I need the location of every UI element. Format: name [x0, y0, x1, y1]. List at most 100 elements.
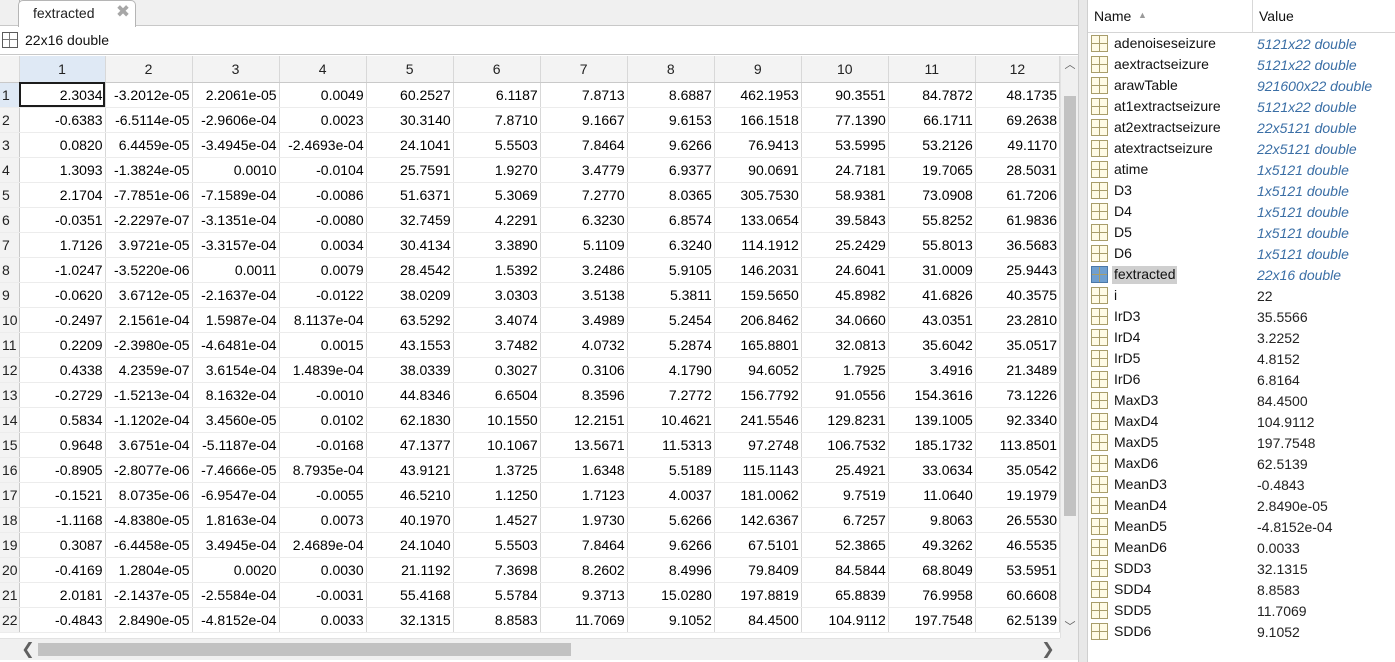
table-cell[interactable]: 8.8583: [453, 607, 541, 633]
table-cell[interactable]: 8.2602: [540, 557, 628, 583]
table-cell[interactable]: 31.0009: [888, 257, 976, 283]
table-cell[interactable]: 60.6608: [975, 582, 1060, 608]
table-cell[interactable]: -0.2497: [19, 307, 106, 333]
table-cell[interactable]: 206.8462: [714, 307, 802, 333]
table-cell[interactable]: -0.0351: [19, 207, 106, 233]
table-cell[interactable]: -1.1202e-04: [105, 407, 193, 433]
column-header-3[interactable]: 3: [192, 56, 280, 83]
table-cell[interactable]: -2.1637e-04: [192, 282, 280, 308]
table-cell[interactable]: -1.0247: [19, 257, 106, 283]
table-cell[interactable]: 7.8464: [540, 532, 628, 558]
table-cell[interactable]: 15.0280: [627, 582, 715, 608]
row-header[interactable]: 6: [0, 207, 20, 233]
table-cell[interactable]: 97.2748: [714, 432, 802, 458]
table-cell[interactable]: 26.5530: [975, 507, 1060, 533]
table-cell[interactable]: 5.1109: [540, 232, 628, 258]
table-cell[interactable]: -2.8077e-06: [105, 457, 193, 483]
workspace-variable-IrD5[interactable]: IrD5 4.8152: [1088, 348, 1395, 369]
table-cell[interactable]: 40.1970: [366, 507, 454, 533]
table-cell[interactable]: 84.5844: [801, 557, 889, 583]
table-cell[interactable]: -3.4945e-04: [192, 132, 280, 158]
table-cell[interactable]: 51.6371: [366, 182, 454, 208]
table-cell[interactable]: 45.8982: [801, 282, 889, 308]
table-cell[interactable]: 8.1137e-04: [279, 307, 367, 333]
table-cell[interactable]: 1.3093: [19, 157, 106, 183]
table-cell[interactable]: 8.0735e-06: [105, 482, 193, 508]
table-cell[interactable]: 146.2031: [714, 257, 802, 283]
table-cell[interactable]: 60.2527: [366, 82, 454, 108]
table-cell[interactable]: 6.9377: [627, 157, 715, 183]
table-cell[interactable]: -0.0010: [279, 382, 367, 408]
workspace-variable-SDD5[interactable]: SDD5 11.7069: [1088, 600, 1395, 621]
table-cell[interactable]: 5.5189: [627, 457, 715, 483]
column-header-7[interactable]: 7: [540, 56, 628, 83]
column-header-8[interactable]: 8: [627, 56, 715, 83]
table-cell[interactable]: -2.2297e-07: [105, 207, 193, 233]
table-cell[interactable]: 11.0640: [888, 482, 976, 508]
table-cell[interactable]: 53.2126: [888, 132, 976, 158]
table-cell[interactable]: -2.4693e-04: [279, 132, 367, 158]
table-cell[interactable]: 2.8490e-05: [105, 607, 193, 633]
table-cell[interactable]: 1.7126: [19, 232, 106, 258]
table-cell[interactable]: 197.8819: [714, 582, 802, 608]
table-cell[interactable]: 25.9443: [975, 257, 1060, 283]
table-cell[interactable]: 7.8464: [540, 132, 628, 158]
table-cell[interactable]: 38.0339: [366, 357, 454, 383]
table-cell[interactable]: -6.5114e-05: [105, 107, 193, 133]
table-cell[interactable]: 58.9381: [801, 182, 889, 208]
table-cell[interactable]: 7.8710: [453, 107, 541, 133]
table-cell[interactable]: -0.1521: [19, 482, 106, 508]
table-cell[interactable]: 115.1143: [714, 457, 802, 483]
name-column-header[interactable]: Name: [1094, 8, 1131, 24]
table-cell[interactable]: 11.5313: [627, 432, 715, 458]
table-cell[interactable]: 5.2874: [627, 332, 715, 358]
table-cell[interactable]: 55.8252: [888, 207, 976, 233]
table-cell[interactable]: 0.0011: [192, 257, 280, 283]
close-icon[interactable]: ✖: [115, 3, 131, 21]
table-cell[interactable]: 43.0351: [888, 307, 976, 333]
table-cell[interactable]: 1.5392: [453, 257, 541, 283]
table-cell[interactable]: 8.0365: [627, 182, 715, 208]
table-cell[interactable]: 34.0660: [801, 307, 889, 333]
panel-splitter[interactable]: [1078, 0, 1088, 662]
table-cell[interactable]: 19.7065: [888, 157, 976, 183]
table-cell[interactable]: 2.0181: [19, 582, 106, 608]
table-cell[interactable]: -2.1437e-05: [105, 582, 193, 608]
table-cell[interactable]: 6.8574: [627, 207, 715, 233]
table-cell[interactable]: 5.5503: [453, 132, 541, 158]
column-header-2[interactable]: 2: [105, 56, 193, 83]
horizontal-scroll-thumb[interactable]: [38, 643, 571, 656]
table-cell[interactable]: 1.2804e-05: [105, 557, 193, 583]
table-cell[interactable]: 8.3596: [540, 382, 628, 408]
table-cell[interactable]: 32.7459: [366, 207, 454, 233]
table-cell[interactable]: 49.3262: [888, 532, 976, 558]
table-cell[interactable]: 0.0015: [279, 332, 367, 358]
table-cell[interactable]: 28.5031: [975, 157, 1060, 183]
table-cell[interactable]: 21.1192: [366, 557, 454, 583]
table-cell[interactable]: 69.2638: [975, 107, 1060, 133]
column-header-6[interactable]: 6: [453, 56, 541, 83]
table-cell[interactable]: 1.3725: [453, 457, 541, 483]
table-cell[interactable]: -7.4666e-05: [192, 457, 280, 483]
table-cell[interactable]: 7.8713: [540, 82, 628, 108]
column-header-12[interactable]: 12: [975, 56, 1060, 83]
workspace-variable-atime[interactable]: atime 1x5121 double: [1088, 159, 1395, 180]
row-header[interactable]: 19: [0, 532, 20, 558]
workspace-variable-atextractseizure[interactable]: atextractseizure 22x5121 double: [1088, 138, 1395, 159]
table-cell[interactable]: 36.5683: [975, 232, 1060, 258]
table-cell[interactable]: 6.3240: [627, 232, 715, 258]
row-header[interactable]: 12: [0, 357, 20, 383]
table-cell[interactable]: 3.5138: [540, 282, 628, 308]
table-cell[interactable]: 30.4134: [366, 232, 454, 258]
vertical-scroll-thumb[interactable]: [1064, 96, 1076, 516]
table-cell[interactable]: 305.7530: [714, 182, 802, 208]
table-cell[interactable]: 3.6154e-04: [192, 357, 280, 383]
table-cell[interactable]: 94.6052: [714, 357, 802, 383]
workspace-variable-D4[interactable]: D4 1x5121 double: [1088, 201, 1395, 222]
table-cell[interactable]: -2.3980e-05: [105, 332, 193, 358]
table-cell[interactable]: -4.6481e-04: [192, 332, 280, 358]
table-cell[interactable]: 4.0037: [627, 482, 715, 508]
table-cell[interactable]: 3.9721e-05: [105, 232, 193, 258]
table-cell[interactable]: 35.0542: [975, 457, 1060, 483]
table-cell[interactable]: 11.7069: [540, 607, 628, 633]
